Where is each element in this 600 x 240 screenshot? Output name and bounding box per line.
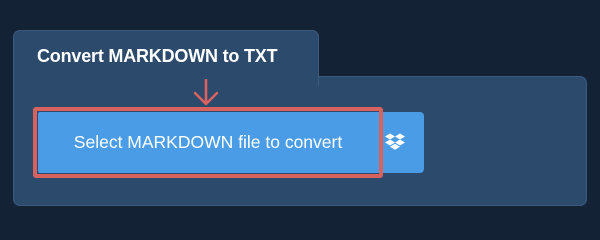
- arrow-down-icon: [193, 79, 219, 106]
- converter-title: Convert MARKDOWN to TXT: [37, 46, 278, 66]
- dropbox-icon: [385, 133, 405, 150]
- converter-tab: Convert MARKDOWN to TXT: [13, 30, 319, 86]
- select-file-button[interactable]: Select MARKDOWN file to convert: [38, 112, 378, 173]
